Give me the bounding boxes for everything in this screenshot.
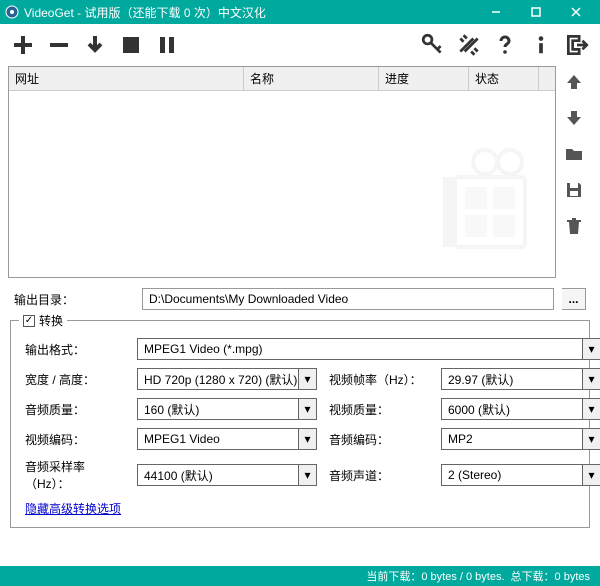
dimensions-select[interactable]: HD 720p (1280 x 720) (默认)▾ [137, 368, 317, 390]
audio-quality-label: 音频质量： [25, 401, 125, 418]
output-dir-field[interactable]: D:\Documents\My Downloaded Video [142, 288, 554, 310]
maximize-button[interactable] [516, 0, 556, 24]
pause-button[interactable] [152, 30, 182, 60]
hide-advanced-link[interactable]: 隐藏高级转换选项 [11, 492, 121, 517]
exit-button[interactable] [562, 30, 592, 60]
audio-codec-select[interactable]: MP2▾ [441, 428, 600, 450]
sample-rate-select[interactable]: 44100 (默认)▾ [137, 464, 317, 486]
add-button[interactable] [8, 30, 38, 60]
chevron-down-icon: ▾ [582, 465, 600, 485]
channels-select[interactable]: 2 (Stereo)▾ [441, 464, 600, 486]
list-header: 网址 名称 进度 状态 [9, 67, 555, 91]
side-toolbar [556, 66, 592, 278]
output-format-label: 输出格式： [25, 341, 125, 358]
video-quality-label: 视频质量： [329, 401, 429, 418]
chevron-down-icon: ▾ [298, 429, 316, 449]
video-codec-select[interactable]: MPEG1 Video▾ [137, 428, 317, 450]
toolbar [0, 24, 600, 66]
delete-button[interactable] [562, 214, 586, 238]
fps-select[interactable]: 29.97 (默认)▾ [441, 368, 600, 390]
chevron-down-icon: ▾ [298, 399, 316, 419]
status-bar: 当前下载：0 bytes / 0 bytes. 总下载：0 bytes [0, 566, 600, 586]
sample-rate-label: 音频采样率（Hz）： [25, 458, 125, 492]
chevron-down-icon: ▾ [582, 339, 600, 359]
key-button[interactable] [418, 30, 448, 60]
dimensions-label: 宽度 / 高度： [25, 371, 125, 388]
channels-label: 音频声道： [329, 467, 429, 484]
current-download-status: 当前下载：0 bytes / 0 bytes. [366, 568, 504, 584]
chevron-down-icon: ▾ [298, 369, 316, 389]
audio-quality-select[interactable]: 160 (默认)▾ [137, 398, 317, 420]
col-progress[interactable]: 进度 [379, 67, 469, 90]
save-button[interactable] [562, 178, 586, 202]
window-title: VideoGet - 试用版（还能下载 0 次）中文汉化 [24, 4, 476, 21]
browse-button[interactable]: ... [562, 288, 586, 310]
settings-button[interactable] [454, 30, 484, 60]
chevron-down-icon: ▾ [582, 369, 600, 389]
total-download-status: 总下载：0 bytes [511, 568, 590, 584]
chevron-down-icon: ▾ [582, 399, 600, 419]
help-button[interactable] [490, 30, 520, 60]
chevron-down-icon: ▾ [298, 465, 316, 485]
fps-label: 视频帧率（Hz）： [329, 371, 429, 388]
film-watermark-icon [435, 147, 535, 257]
convert-label: 转换 [39, 312, 63, 329]
stop-button[interactable] [116, 30, 146, 60]
col-status[interactable]: 状态 [469, 67, 539, 90]
output-format-select[interactable]: MPEG1 Video (*.mpg)▾ [137, 338, 600, 360]
move-down-button[interactable] [562, 106, 586, 130]
download-button[interactable] [80, 30, 110, 60]
chevron-down-icon: ▾ [582, 429, 600, 449]
close-button[interactable] [556, 0, 596, 24]
convert-panel: ✓ 转换 输出格式： MPEG1 Video (*.mpg)▾ 宽度 / 高度：… [10, 320, 590, 528]
download-list[interactable]: 网址 名称 进度 状态 [8, 66, 556, 278]
col-url[interactable]: 网址 [9, 67, 244, 90]
app-icon [4, 4, 20, 20]
titlebar: VideoGet - 试用版（还能下载 0 次）中文汉化 [0, 0, 600, 24]
open-folder-button[interactable] [562, 142, 586, 166]
video-quality-select[interactable]: 6000 (默认)▾ [441, 398, 600, 420]
video-codec-label: 视频编码： [25, 431, 125, 448]
output-dir-label: 输出目录： [14, 291, 134, 308]
col-name[interactable]: 名称 [244, 67, 379, 90]
audio-codec-label: 音频编码： [329, 431, 429, 448]
minimize-button[interactable] [476, 0, 516, 24]
convert-checkbox[interactable]: ✓ [23, 315, 35, 327]
move-up-button[interactable] [562, 70, 586, 94]
info-button[interactable] [526, 30, 556, 60]
remove-button[interactable] [44, 30, 74, 60]
